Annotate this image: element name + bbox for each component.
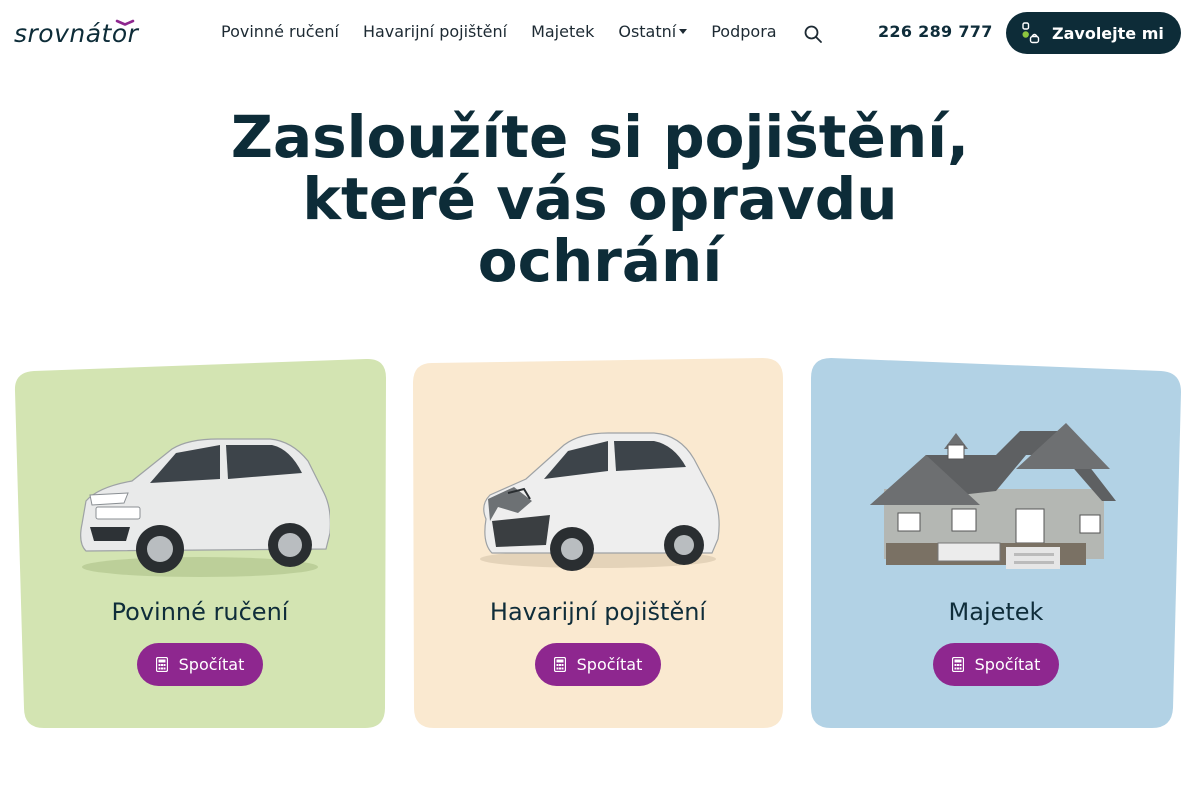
- phone-number[interactable]: 226 289 777: [878, 20, 993, 44]
- search-icon[interactable]: [803, 24, 823, 44]
- nav-item-ostatni-label: Ostatní: [618, 22, 677, 41]
- card-povinne-ruceni[interactable]: Povinné ručení Spočítat: [14, 357, 386, 729]
- calculator-icon: [553, 657, 566, 672]
- card-title: Povinné ručení: [111, 598, 289, 626]
- site-header: srovnátor Povinné ručení Havarijní pojiš…: [0, 0, 1200, 66]
- card-title: Havarijní pojištění: [489, 598, 707, 626]
- calculate-button[interactable]: Spočítat: [535, 643, 661, 686]
- phone-call-icon: [1022, 22, 1040, 44]
- card-title: Majetek: [948, 598, 1044, 626]
- card-majetek[interactable]: Majetek Spočítat: [810, 357, 1182, 729]
- hero-title: Zasloužíte si pojištění, které vás oprav…: [230, 103, 970, 295]
- nav-item-havarijni-pojisteni[interactable]: Havarijní pojištění: [363, 20, 507, 44]
- calculate-label: Spočítat: [974, 655, 1041, 674]
- calculate-button[interactable]: Spočítat: [933, 643, 1059, 686]
- calculate-label: Spočítat: [178, 655, 245, 674]
- call-me-label: Zavolejte mi: [1052, 23, 1164, 43]
- nav-item-ostatni[interactable]: Ostatní: [618, 20, 688, 44]
- crashed-car-image: [480, 432, 720, 571]
- card-havarijni-pojisteni[interactable]: Havarijní pojištění Spočítat: [412, 357, 784, 729]
- call-me-button[interactable]: Zavolejte mi: [1006, 12, 1181, 54]
- calculator-icon: [155, 657, 168, 672]
- calculate-button[interactable]: Spočítat: [137, 643, 263, 686]
- calculator-icon: [951, 657, 964, 672]
- nav-item-podpora[interactable]: Podpora: [711, 20, 776, 44]
- caret-down-icon: [679, 29, 688, 34]
- main-nav: Povinné ručení Havarijní pojištění Majet…: [221, 20, 801, 44]
- calculate-label: Spočítat: [576, 655, 643, 674]
- car-image: [80, 438, 330, 577]
- nav-item-povinne-ruceni[interactable]: Povinné ručení: [221, 20, 339, 44]
- nav-item-majetek[interactable]: Majetek: [531, 20, 594, 44]
- srovnator-logo[interactable]: srovnátor: [14, 18, 184, 46]
- house-image: [870, 423, 1116, 569]
